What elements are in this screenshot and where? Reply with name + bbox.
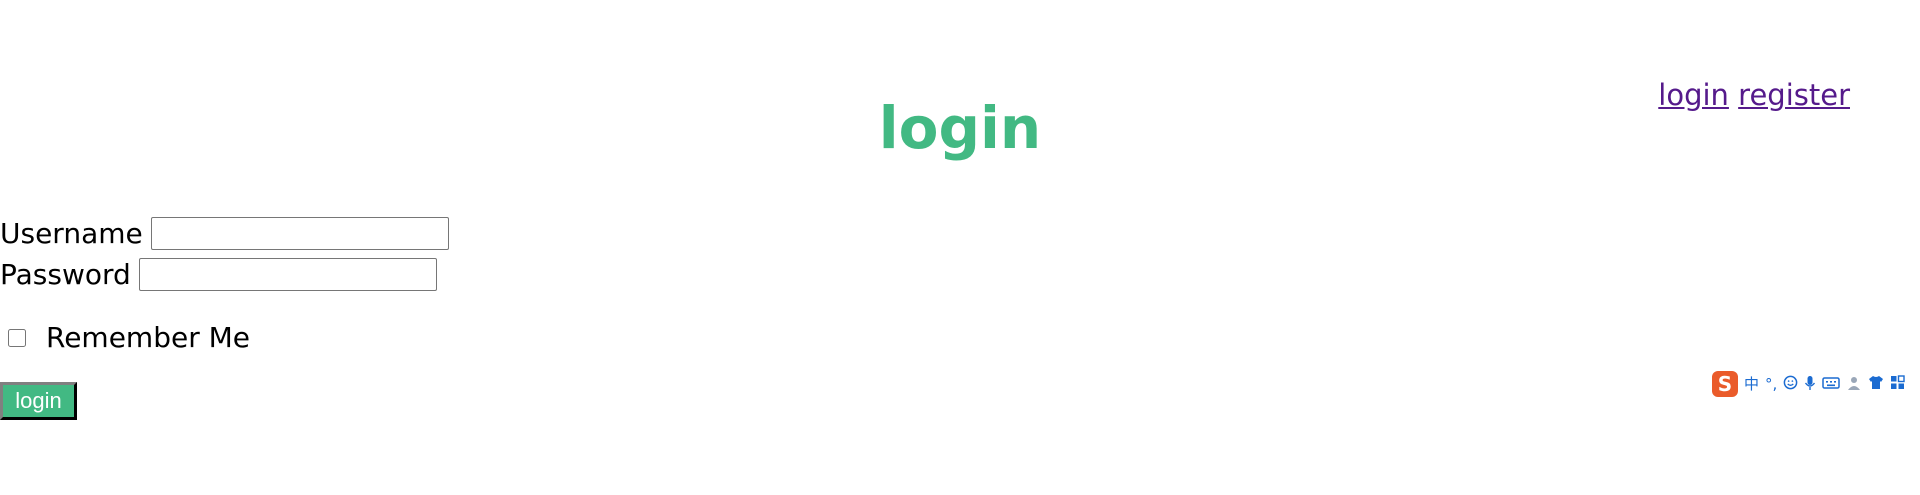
remember-me-checkbox[interactable] bbox=[8, 328, 26, 347]
ime-logo-icon[interactable]: S bbox=[1712, 371, 1738, 397]
user-icon[interactable] bbox=[1846, 375, 1862, 394]
grid-icon[interactable] bbox=[1890, 375, 1905, 393]
microphone-icon[interactable] bbox=[1804, 375, 1816, 394]
password-input[interactable] bbox=[138, 258, 437, 291]
login-page: login register login Username Password R… bbox=[0, 0, 1920, 495]
ime-mode-toggle[interactable]: 中 bbox=[1744, 376, 1759, 392]
login-form: Username Password Remember Me login bbox=[0, 213, 449, 420]
emoji-icon[interactable] bbox=[1783, 375, 1798, 393]
remember-me-label: Remember Me bbox=[46, 321, 250, 354]
username-label: Username bbox=[0, 217, 143, 250]
shirt-icon[interactable] bbox=[1868, 375, 1884, 393]
password-label: Password bbox=[0, 258, 131, 291]
ime-toolbar[interactable]: S 中 °, bbox=[1712, 370, 1905, 398]
page-title: login bbox=[878, 94, 1042, 162]
password-row: Password bbox=[0, 254, 449, 295]
remember-row: Remember Me bbox=[0, 321, 449, 354]
username-row: Username bbox=[0, 213, 449, 254]
username-input[interactable] bbox=[150, 217, 449, 250]
ime-punctuation-toggle[interactable]: °, bbox=[1765, 376, 1777, 392]
login-button[interactable]: login bbox=[0, 382, 77, 420]
keyboard-icon[interactable] bbox=[1822, 376, 1841, 393]
